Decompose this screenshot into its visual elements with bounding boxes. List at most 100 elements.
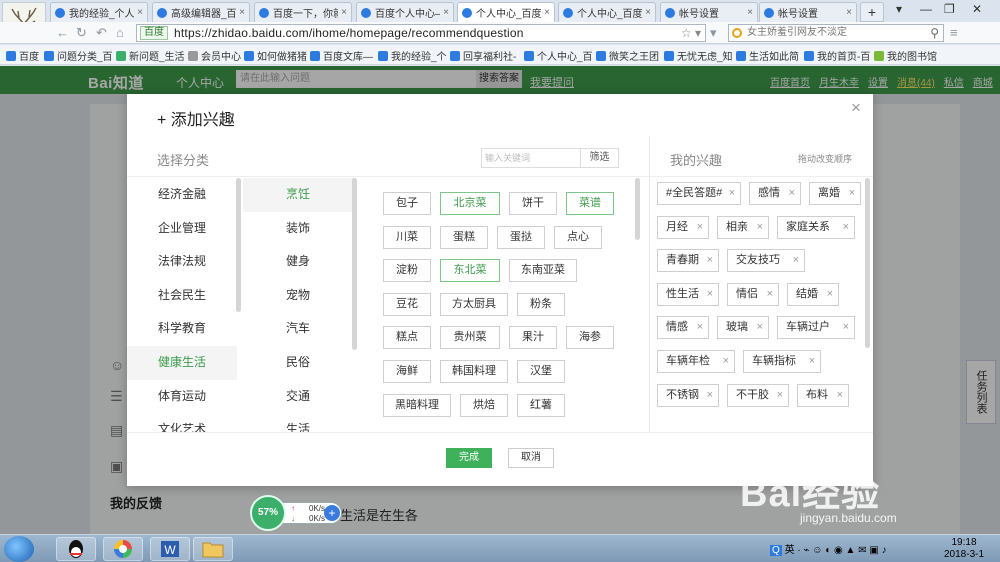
done-button[interactable]: 完成	[446, 448, 492, 468]
my-interest-tag[interactable]: 感情 ×	[749, 182, 801, 205]
interest-tag[interactable]: 果汁	[509, 326, 557, 350]
remove-interest-icon[interactable]: ×	[707, 385, 713, 406]
tab-close-icon[interactable]: ×	[747, 7, 753, 18]
category-item[interactable]: 科学教育	[127, 312, 237, 346]
bookmark-item[interactable]: 百度文库—	[310, 48, 373, 63]
interest-tag[interactable]: 烘焙	[460, 393, 508, 417]
bookmark-item[interactable]: 问题分类_百	[44, 48, 113, 63]
search-icon[interactable]: ⚲	[930, 25, 939, 41]
my-interest-tag[interactable]: 情感 ×	[657, 316, 709, 340]
bookmark-item[interactable]: 百度	[6, 48, 39, 63]
my-interest-tag[interactable]: 布料 ×	[797, 383, 849, 407]
cancel-button[interactable]: 取消	[508, 448, 554, 468]
remove-interest-icon[interactable]: ×	[723, 351, 729, 372]
start-button[interactable]	[4, 536, 34, 562]
interest-tag[interactable]: 川菜	[383, 225, 431, 249]
remove-interest-icon[interactable]: ×	[697, 217, 703, 238]
bookmark-item[interactable]: 如何做猪猪	[244, 48, 307, 63]
interest-tag[interactable]: 海参	[566, 326, 614, 350]
category-scrollbar[interactable]	[236, 178, 241, 312]
tab-close-icon[interactable]: ×	[443, 7, 449, 18]
my-interest-tag[interactable]: 相亲 ×	[717, 215, 769, 239]
bookmark-item[interactable]: 无忧无虑_知	[664, 48, 733, 63]
subcategory-item[interactable]: 汽车	[243, 312, 353, 346]
tab-menu-icon[interactable]: ▾	[896, 2, 902, 16]
remove-interest-icon[interactable]: ×	[837, 385, 843, 406]
bookmark-item[interactable]: 我的首页-百	[804, 48, 870, 63]
browser-tab[interactable]: 百度一下，你就 ×	[254, 2, 352, 22]
filter-button[interactable]: 筛选	[581, 148, 619, 168]
menu-icon[interactable]: ≡	[950, 25, 958, 40]
subcategory-item[interactable]: 民俗	[243, 346, 353, 380]
tab-close-icon[interactable]: ×	[137, 7, 143, 18]
interest-tag[interactable]: 东南亚菜	[509, 259, 577, 283]
subcategory-item[interactable]: 烹饪	[243, 178, 353, 212]
color-app-icon[interactable]	[103, 537, 143, 561]
subcategory-item[interactable]: 装饰	[243, 212, 353, 246]
interest-tag[interactable]: 贵州菜	[440, 326, 500, 350]
boost-plus-icon[interactable]: +	[324, 505, 340, 521]
bookmark-item[interactable]: 我的经验_个	[378, 48, 447, 63]
remove-interest-icon[interactable]: ×	[809, 351, 815, 372]
browser-search-box[interactable]: 女主娇羞引网友不淡定 ⚲	[728, 24, 944, 42]
my-interest-tag[interactable]: 性生活 ×	[657, 282, 719, 306]
remove-interest-icon[interactable]: ×	[849, 183, 855, 204]
close-icon[interactable]: ×	[851, 98, 861, 118]
bookmark-item[interactable]: 我的图书馆	[874, 48, 937, 63]
search-engine-icon[interactable]	[732, 28, 742, 38]
remove-interest-icon[interactable]: ×	[843, 217, 849, 238]
interest-tag[interactable]: 北京菜	[440, 192, 500, 215]
qq-app-icon[interactable]	[56, 537, 96, 561]
new-tab-button[interactable]: +	[860, 2, 884, 22]
address-bar[interactable]: 百度 https://zhidao.baidu.com/ihome/homepa…	[136, 24, 706, 42]
my-interest-tag[interactable]: 月经 ×	[657, 215, 709, 239]
bookmark-item[interactable]: 微笑之王团	[596, 48, 659, 63]
bookmark-item[interactable]: 会员中心	[188, 48, 241, 63]
folder-app-icon[interactable]	[193, 537, 233, 561]
subcategory-item[interactable]: 健身	[243, 245, 353, 279]
browser-tab[interactable]: 我的经验_个人中×	[50, 2, 148, 22]
my-interest-tag[interactable]: 玻璃 ×	[717, 316, 769, 340]
interest-tag[interactable]: 东北菜	[440, 259, 500, 283]
my-interest-tag[interactable]: #全民答题# ×	[657, 182, 741, 205]
category-item[interactable]: 经济金融	[127, 178, 237, 212]
bookmark-item[interactable]: 生活如此简	[736, 48, 799, 63]
remove-interest-icon[interactable]: ×	[757, 317, 763, 338]
interest-tag[interactable]: 点心	[554, 225, 602, 249]
favorite-star-icon[interactable]: ☆ ▾	[681, 26, 701, 40]
category-item[interactable]: 企业管理	[127, 212, 237, 246]
my-interest-tag[interactable]: 情侣 ×	[727, 282, 779, 306]
remove-interest-icon[interactable]: ×	[707, 250, 713, 271]
input-language[interactable]: 英	[785, 545, 795, 556]
back-icon[interactable]: ←	[56, 25, 69, 40]
interest-tag[interactable]: 韩国料理	[440, 360, 508, 383]
qq-pinyin-icon[interactable]: Q	[770, 545, 782, 556]
minimize-icon[interactable]: —	[920, 2, 932, 16]
interest-tag[interactable]: 粉条	[517, 292, 565, 316]
word-app-icon[interactable]: W	[150, 537, 190, 561]
network-speed-widget[interactable]: ↑ 0K/s ↓ 0K/s 57% +	[250, 495, 344, 531]
my-interest-tag[interactable]: 青春期 ×	[657, 249, 719, 273]
dropdown-icon[interactable]: ▾	[710, 25, 717, 41]
my-interest-tag[interactable]: 不干胶 ×	[727, 383, 789, 407]
interest-tag[interactable]: 海鲜	[383, 360, 431, 383]
interest-scrollbar[interactable]	[865, 178, 870, 348]
browser-tab[interactable]: 帐号设置 ×	[660, 2, 758, 22]
category-item[interactable]: 体育运动	[127, 380, 237, 414]
remove-interest-icon[interactable]: ×	[777, 385, 783, 406]
my-interest-tag[interactable]: 交友技巧 ×	[727, 249, 805, 273]
my-interest-tag[interactable]: 不锈钢 ×	[657, 383, 719, 407]
category-item[interactable]: 社会民生	[127, 279, 237, 313]
browser-tab[interactable]: 个人中心_百度知×	[457, 2, 555, 22]
interest-tag[interactable]: 蛋糕	[440, 225, 488, 249]
interest-tag[interactable]: 豆花	[383, 292, 431, 316]
home-icon[interactable]: ⌂	[116, 25, 124, 40]
bookmark-item[interactable]: 个人中心_百	[524, 48, 593, 63]
interest-tag[interactable]: 红薯	[517, 393, 565, 417]
tray-icons[interactable]: · ⌁ ☺ ◐ ◉ ▲ ✉ ▣ ♪	[797, 545, 886, 556]
tab-close-icon[interactable]: ×	[239, 7, 245, 18]
category-item[interactable]: 健康生活	[127, 345, 237, 380]
my-interest-tag[interactable]: 车辆过户 ×	[777, 316, 855, 340]
category-item[interactable]: 法律法规	[127, 245, 237, 279]
category-item[interactable]: 文化艺术	[127, 413, 237, 432]
